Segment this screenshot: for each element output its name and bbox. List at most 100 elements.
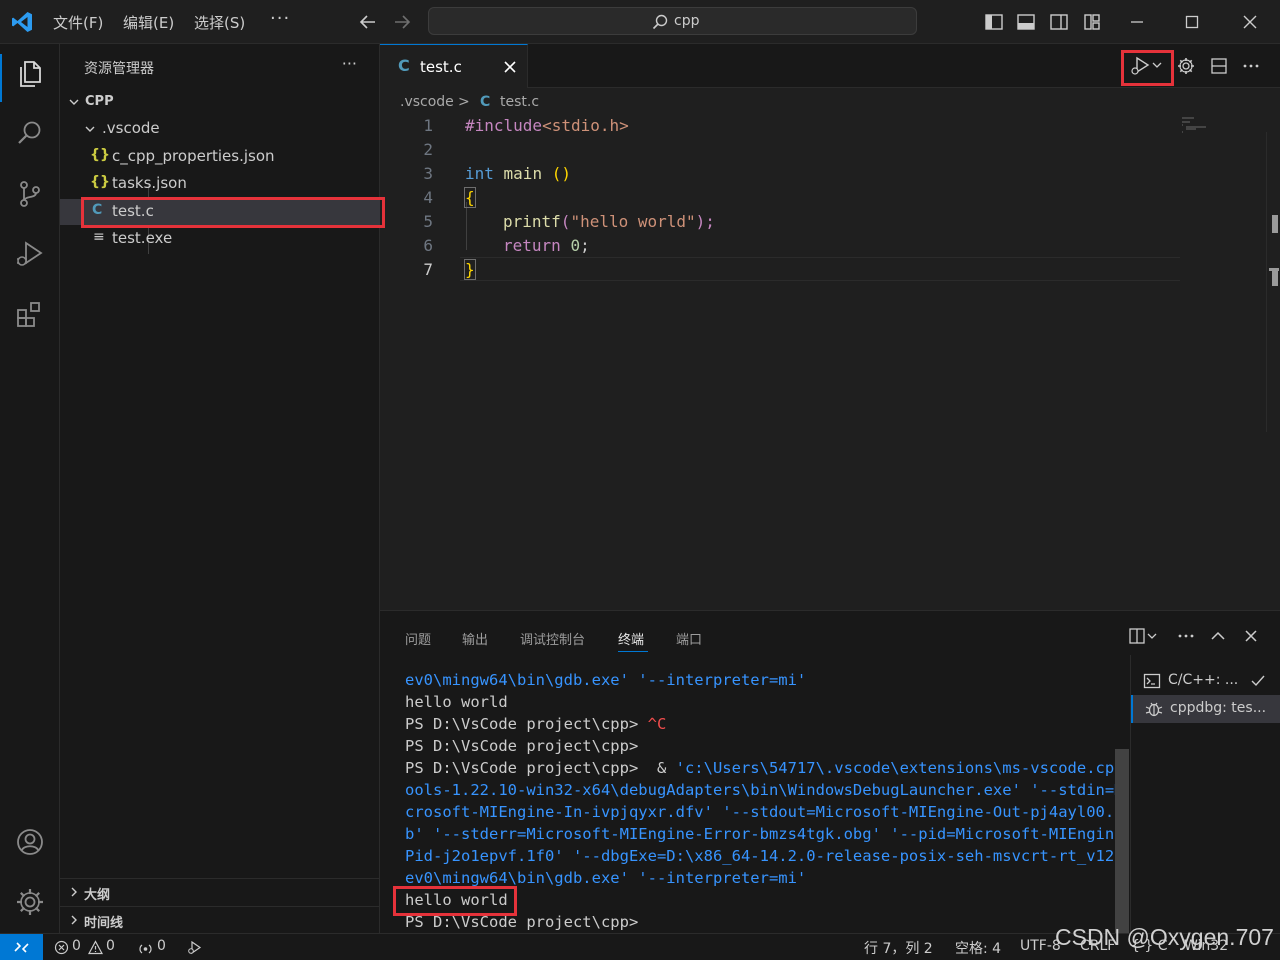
timeline-section[interactable]: 时间线	[60, 906, 380, 932]
accounts-icon[interactable]	[14, 826, 46, 858]
chevron-down-icon	[68, 96, 80, 108]
terminal-item-label: cppdbg: tes...	[1170, 700, 1267, 716]
terminal-line: PS D:\VsCode project\cpp>	[405, 913, 639, 931]
editor-tabs: C test.c	[380, 44, 1280, 88]
active-tab-indicator	[618, 651, 648, 652]
maximize-icon[interactable]	[1182, 12, 1202, 32]
terminal-line: hello world	[405, 891, 508, 909]
minimize-icon[interactable]	[1127, 12, 1147, 32]
indentation[interactable]: 空格: 4	[955, 938, 1001, 958]
menu-file[interactable]: 文件(F)	[53, 12, 103, 33]
warning-icon	[88, 940, 103, 955]
tab-debug-console[interactable]: 调试控制台	[520, 629, 585, 648]
search-view-icon[interactable]	[14, 118, 46, 150]
explorer-icon[interactable]	[14, 58, 46, 90]
terminal-output[interactable]: ev0\mingw64\bin\gdb.exe' '--interpreter=…	[405, 669, 1115, 934]
tree-file-label: c_cpp_properties.json	[112, 147, 275, 165]
code-line: 7 }	[380, 258, 1180, 282]
source-control-icon[interactable]	[14, 178, 46, 210]
explorer-more-button[interactable]: ···	[342, 54, 357, 73]
terminal-scrollbar[interactable]	[1115, 661, 1129, 934]
close-window-icon[interactable]	[1240, 12, 1260, 32]
close-panel-icon[interactable]	[1241, 626, 1261, 646]
extensions-icon[interactable]	[14, 298, 46, 330]
back-arrow-icon[interactable]	[358, 12, 378, 32]
close-icon[interactable]	[502, 59, 518, 75]
toggle-secondary-sidebar-icon[interactable]	[1049, 12, 1069, 32]
title-bar: 文件(F) 编辑(E) 选择(S) ··· cpp	[0, 0, 1280, 44]
more-actions-icon[interactable]	[1241, 56, 1261, 76]
forward-arrow-icon[interactable]	[392, 12, 412, 32]
outline-section[interactable]: 大纲	[60, 878, 380, 904]
json-file-icon: {}	[90, 147, 110, 163]
run-debug-split-button[interactable]	[1130, 56, 1162, 76]
line-number: 7	[423, 260, 433, 279]
warning-count[interactable]: 0	[106, 938, 115, 954]
run-debug-icon[interactable]	[14, 238, 46, 270]
code-line: 4 {	[380, 186, 1180, 210]
code-line: 5 printf("hello world");	[380, 210, 1180, 234]
c-file-icon: C	[480, 94, 491, 110]
tab-ports[interactable]: 端口	[676, 629, 702, 648]
remote-indicator[interactable]	[0, 934, 43, 960]
code-line: 6 return 0;	[380, 234, 1180, 258]
terminal-item-cpp-task[interactable]: C/C++: ...	[1131, 667, 1280, 695]
split-editor-icon[interactable]	[1209, 56, 1229, 76]
tab-problems[interactable]: 问题	[405, 629, 431, 648]
breadcrumb-folder[interactable]: .vscode	[400, 94, 454, 110]
cursor-position[interactable]: 行 7，列 2	[864, 938, 933, 958]
tab-output[interactable]: 输出	[462, 629, 488, 648]
tree-file-c-cpp-properties[interactable]: {} c_cpp_properties.json	[60, 144, 380, 170]
tree-file-test-exe[interactable]: ≡ test.exe	[60, 226, 380, 252]
vscode-logo-icon	[10, 10, 34, 34]
menu-more-button[interactable]: ···	[270, 8, 290, 29]
code-editor[interactable]: 1 #include<stdio.h> 2 3 int main () 4 { …	[380, 114, 1280, 604]
command-center-search[interactable]: cpp	[428, 7, 917, 35]
terminal-line: Pid-j2o1epvf.1f0' '--dbgExe=D:\x86_64-14…	[405, 847, 1115, 865]
tree-folder-vscode[interactable]: .vscode	[60, 116, 380, 142]
terminal-line: PS D:\VsCode project\cpp> & 'c:\Users\54…	[405, 759, 1115, 777]
settings-gear-icon[interactable]	[1176, 56, 1196, 76]
line-number: 2	[423, 140, 433, 159]
breadcrumb-file[interactable]: test.c	[500, 94, 539, 110]
terminal-line: hello world	[405, 693, 508, 711]
ports-count[interactable]: 0	[157, 938, 166, 954]
split-terminal-button[interactable]	[1128, 626, 1157, 646]
json-file-icon: {}	[90, 174, 110, 190]
remote-icon	[14, 942, 29, 953]
line-number: 6	[423, 236, 433, 255]
tab-test-c[interactable]: C test.c	[380, 44, 528, 88]
error-count[interactable]: 0	[72, 938, 81, 954]
check-icon	[1249, 672, 1267, 690]
tab-label: test.c	[420, 58, 462, 76]
tree-root-label: CPP	[85, 94, 114, 109]
terminal-line: ev0\mingw64\bin\gdb.exe' '--interpreter=…	[405, 869, 807, 887]
panel-more-icon[interactable]	[1176, 626, 1196, 646]
terminal-item-cppdbg[interactable]: cppdbg: tes...	[1131, 695, 1280, 723]
line-number: 3	[423, 164, 433, 183]
tree-file-test-c[interactable]: C test.c	[60, 199, 380, 225]
toggle-primary-sidebar-icon[interactable]	[984, 12, 1004, 32]
activity-bar	[0, 44, 60, 933]
toggle-panel-icon[interactable]	[1016, 12, 1036, 32]
bottom-panel: 问题 输出 调试控制台 终端 端口 ev0\mingw64\bin\gdb.ex…	[380, 610, 1280, 934]
tree-file-tasks-json[interactable]: {} tasks.json	[60, 171, 380, 197]
scrollbar-thumb[interactable]	[1115, 749, 1129, 934]
tree-root-cpp[interactable]: CPP	[60, 89, 380, 115]
code-line: 2	[380, 138, 1180, 162]
tree-file-label: tasks.json	[112, 174, 187, 192]
terminal-line: PS D:\VsCode project\cpp>	[405, 737, 639, 755]
menu-edit[interactable]: 编辑(E)	[123, 12, 174, 33]
chevron-down-icon	[84, 123, 96, 135]
tab-terminal[interactable]: 终端	[618, 629, 644, 648]
minimap[interactable]	[1180, 116, 1220, 136]
terminal-icon	[1143, 672, 1161, 690]
debug-launch-icon[interactable]	[187, 940, 202, 955]
ports-icon	[138, 940, 153, 955]
gear-icon[interactable]	[14, 886, 46, 918]
menu-selection[interactable]: 选择(S)	[194, 12, 245, 33]
maximize-panel-icon[interactable]	[1208, 626, 1228, 646]
editor-scrollbar[interactable]	[1266, 132, 1280, 432]
customize-layout-icon[interactable]	[1082, 12, 1102, 32]
terminal-line: ools-1.22.10-win32-x64\debugAdapters\bin…	[405, 781, 1115, 799]
